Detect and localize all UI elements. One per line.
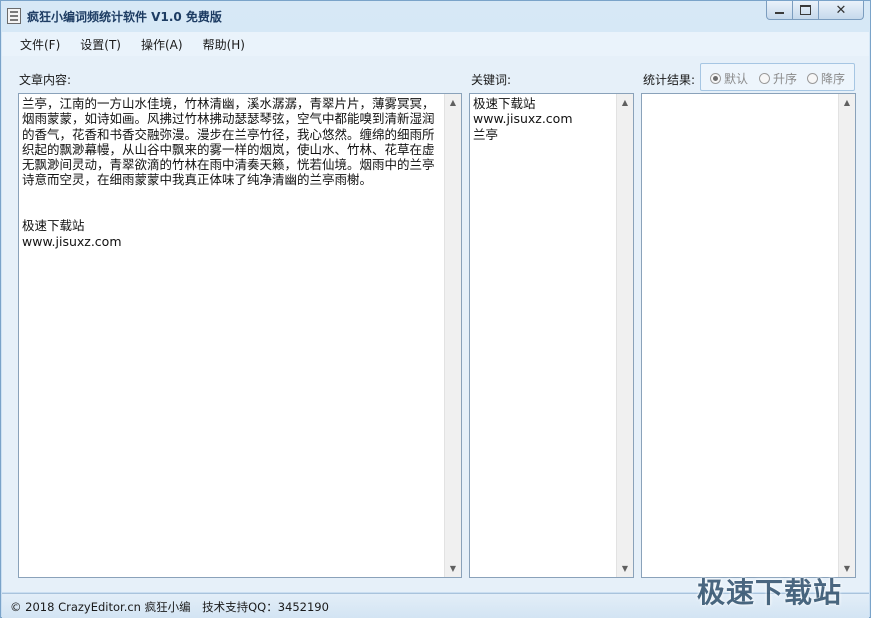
results-text[interactable] <box>645 96 836 575</box>
sort-descending-radio[interactable]: 降序 <box>807 70 845 87</box>
close-icon: ✕ <box>835 2 847 18</box>
scroll-up-icon[interactable]: ▲ <box>445 94 461 111</box>
results-label: 统计结果: <box>643 73 696 87</box>
menu-settings[interactable]: 设置(T) <box>70 36 131 53</box>
menu-file[interactable]: 文件(F) <box>10 36 70 53</box>
sort-ascending-label: 升序 <box>773 72 798 86</box>
status-text: © 2018 CrazyEditor.cn 疯狂小编 技术支持QQ：345219… <box>10 600 329 614</box>
scroll-up-icon[interactable]: ▲ <box>839 94 855 111</box>
article-textarea[interactable]: 兰亭，江南的一方山水佳境，竹林清幽，溪水潺潺，青翠片片，薄雾冥冥，烟雨蒙蒙，如诗… <box>18 93 462 578</box>
keywords-text[interactable]: 极速下载站 www.jisuxz.com 兰亭 <box>473 96 614 575</box>
scroll-down-icon[interactable]: ▼ <box>445 560 461 577</box>
sort-ascending-radio[interactable]: 升序 <box>759 70 797 87</box>
menu-help[interactable]: 帮助(H) <box>193 36 255 53</box>
article-scrollbar[interactable]: ▲ ▼ <box>444 94 461 577</box>
window-title: 疯狂小编词频统计软件 V1.0 免费版 <box>27 10 222 24</box>
maximize-button[interactable] <box>793 1 819 20</box>
scroll-up-icon[interactable]: ▲ <box>617 94 633 111</box>
results-textarea[interactable]: ▲ ▼ <box>641 93 856 578</box>
scroll-down-icon[interactable]: ▼ <box>617 560 633 577</box>
radio-dot <box>807 73 818 84</box>
results-scrollbar[interactable]: ▲ ▼ <box>838 94 855 577</box>
radio-dot <box>759 73 770 84</box>
keywords-scrollbar[interactable]: ▲ ▼ <box>616 94 633 577</box>
watermark-logo: 极速下载站 <box>697 576 843 609</box>
keywords-label: 关键词: <box>471 73 512 87</box>
calculator-icon[interactable] <box>7 8 21 24</box>
sort-default-label: 默认 <box>724 72 749 86</box>
app-window: 疯狂小编词频统计软件 V1.0 免费版 ✕ 文件(F) 设置(T) 操作(A) … <box>0 0 871 618</box>
radio-dot <box>710 73 721 84</box>
client-area: 文章内容: 关键词: 统计结果: 默认 升序 降序 兰亭，江南的一方山水佳境，竹… <box>2 56 869 592</box>
title-bar[interactable]: 疯狂小编词频统计软件 V1.0 免费版 ✕ <box>1 1 870 31</box>
sort-default-radio[interactable]: 默认 <box>710 70 748 87</box>
sort-descending-label: 降序 <box>821 72 846 86</box>
keywords-textarea[interactable]: 极速下载站 www.jisuxz.com 兰亭 ▲ ▼ <box>469 93 634 578</box>
menu-operate[interactable]: 操作(A) <box>131 36 193 53</box>
article-text[interactable]: 兰亭，江南的一方山水佳境，竹林清幽，溪水潺潺，青翠片片，薄雾冥冥，烟雨蒙蒙，如诗… <box>22 96 442 575</box>
window-controls: ✕ <box>766 1 864 21</box>
sort-options: 默认 升序 降序 <box>700 63 855 91</box>
close-button[interactable]: ✕ <box>819 1 864 20</box>
article-label: 文章内容: <box>19 73 72 87</box>
menu-bar: 文件(F) 设置(T) 操作(A) 帮助(H) <box>2 32 869 56</box>
maximize-icon <box>800 5 811 15</box>
minimize-button[interactable] <box>766 1 793 20</box>
minimize-icon <box>775 12 784 14</box>
